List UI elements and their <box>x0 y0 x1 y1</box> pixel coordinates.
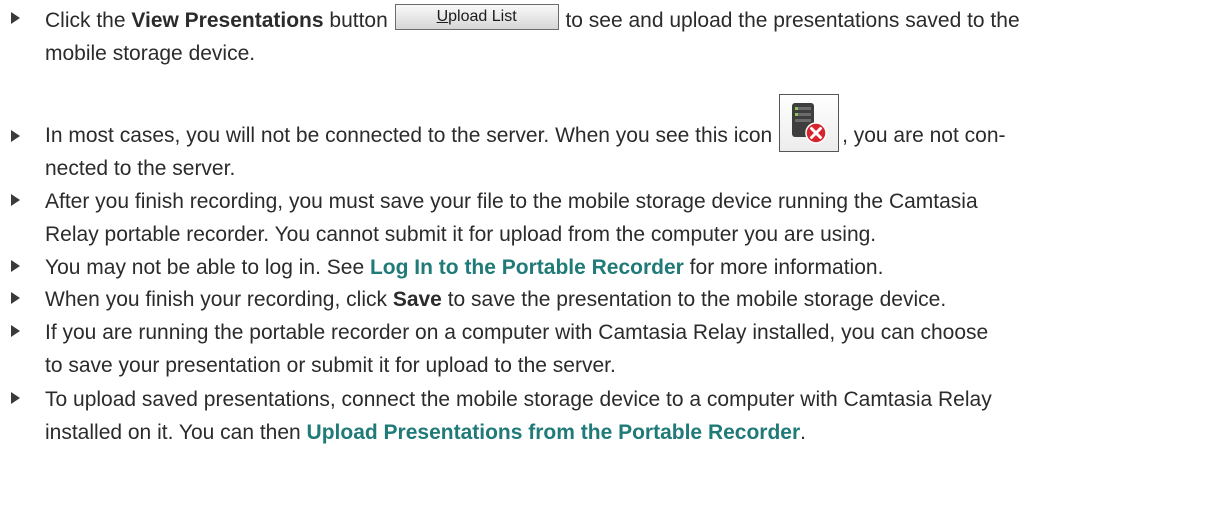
item-text: In most cases, you will not be connected… <box>45 124 779 147</box>
item-text: installed on it. You can then <box>45 421 307 444</box>
item-text: to save your presentation or submit it f… <box>45 354 616 377</box>
bullet-arrow-icon <box>11 12 20 24</box>
item-text: Relay portable recorder. You cannot subm… <box>45 223 877 246</box>
item-text: button <box>323 9 394 32</box>
item-text: nected to the server. <box>45 157 236 180</box>
bullet-arrow-icon <box>11 325 20 337</box>
bullet-arrow-icon <box>11 392 20 404</box>
item-text: If you are running the portable recorder… <box>45 321 989 344</box>
bullet-arrow-icon <box>11 260 20 272</box>
bullet-arrow-icon <box>11 194 20 206</box>
item-text: , you are not con- <box>842 124 1006 147</box>
item-text: When you finish your recording, click <box>45 288 393 311</box>
server-disconnected-icon <box>779 94 840 152</box>
bullet-arrow-icon <box>11 292 20 304</box>
item-text: Click the <box>45 9 132 32</box>
bold-term: Save <box>392 288 442 311</box>
item-text: To upload saved presentations, connect t… <box>45 388 992 411</box>
bold-term: View Presentations <box>131 9 324 32</box>
upload-list-button[interactable]: Upload List <box>394 4 559 31</box>
item-text: mobile storage device. <box>45 42 256 65</box>
item-text: to save the presentation to the mobile s… <box>441 288 947 311</box>
log-in-link[interactable]: Log In to the Portable Recorder <box>370 256 684 279</box>
upload-presentations-link[interactable]: Upload Presentations from the Portable R… <box>307 421 801 444</box>
item-text: . <box>800 421 806 444</box>
item-text: After you finish recording, you must sav… <box>45 190 978 213</box>
item-text: for more information. <box>683 256 884 279</box>
item-text: You may not be able to log in. See <box>45 256 370 279</box>
bullet-arrow-icon <box>11 130 20 142</box>
item-text: to see and upload the presentations save… <box>559 9 1020 32</box>
